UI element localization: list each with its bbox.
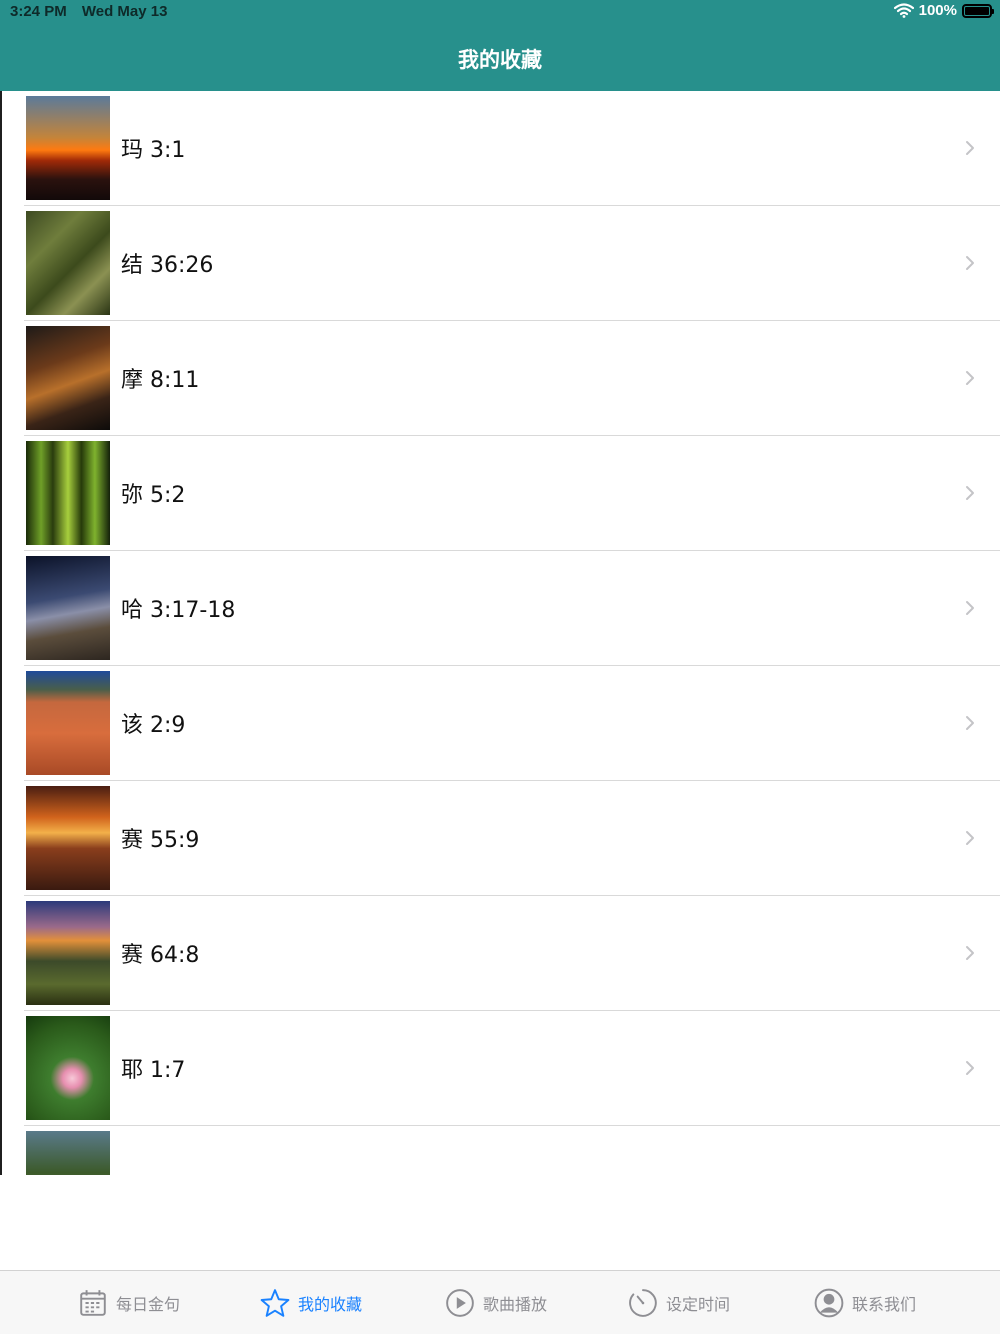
navigation-header: 3:24 PM Wed May 13 100% 我的收藏: [0, 0, 1000, 91]
tab-timer[interactable]: 设定时间: [628, 1285, 730, 1321]
battery-percent: 100%: [918, 2, 957, 19]
favorite-row[interactable]: 哈 3:17-18: [2, 551, 1000, 666]
wifi-icon: [893, 3, 914, 18]
tab-calendar[interactable]: 每日金句: [78, 1285, 180, 1321]
favorite-label: 弥 5:2: [121, 483, 186, 508]
tab-person[interactable]: 联系我们: [814, 1285, 916, 1321]
tab-label: 联系我们: [852, 1295, 917, 1314]
favorite-row[interactable]: 弥 5:2: [2, 436, 1000, 551]
chevron-right-icon: [966, 831, 974, 845]
green-bamboo-thumbnail: [26, 441, 110, 545]
calendar-icon: [80, 1290, 106, 1316]
favorite-label: 哈 3:17-18: [121, 598, 236, 623]
favorite-label: 该 2:9: [121, 713, 186, 738]
favorite-row[interactable]: 赛 64:8: [2, 896, 1000, 1011]
status-right: 100%: [893, 2, 994, 19]
favorite-label: 赛 55:9: [121, 828, 200, 853]
favorite-label: 摩 8:11: [121, 368, 200, 393]
play-icon: [446, 1289, 474, 1317]
status-time: 3:24 PM: [10, 3, 67, 20]
timer-icon: [629, 1289, 657, 1317]
favorite-label: 耶 1:7: [121, 1058, 186, 1083]
status-date: Wed May 13: [81, 3, 168, 20]
green-hills-thumbnail: [26, 1131, 110, 1175]
star-icon: [260, 1289, 290, 1317]
chevron-right-icon: [966, 141, 974, 155]
pink-lotus-flower-thumbnail: [26, 1016, 110, 1120]
tab-label: 歌曲播放: [483, 1295, 548, 1314]
favorite-row[interactable]: [2, 1126, 1000, 1175]
chevron-right-icon: [966, 486, 974, 500]
sunset-over-sea-thumbnail: [26, 786, 110, 890]
chevron-right-icon: [966, 946, 974, 960]
tab-label: 每日金句: [116, 1295, 181, 1314]
favorite-label: 玛 3:1: [121, 138, 186, 163]
chevron-right-icon: [966, 716, 974, 730]
tab-label: 我的收藏: [298, 1295, 363, 1314]
milky-way-night-sky-thumbnail: [26, 556, 110, 660]
person-icon: [814, 1288, 844, 1318]
chevron-right-icon: [966, 371, 974, 385]
favorite-label: 结 36:26: [121, 253, 214, 278]
favorite-row[interactable]: 该 2:9: [2, 666, 1000, 781]
page-title: 我的收藏: [458, 48, 542, 72]
favorites-list[interactable]: 玛 3:1 结 36:26 摩 8:11 弥 5:2 哈 3:17-18 该 2:9 赛 5…: [0, 91, 1000, 1175]
tab-star[interactable]: 我的收藏: [260, 1285, 362, 1321]
favorite-row[interactable]: 赛 55:9: [2, 781, 1000, 896]
status-bar: 3:24 PM Wed May 13 100%: [0, 0, 1000, 24]
chevron-right-icon: [966, 256, 974, 270]
tab-play[interactable]: 歌曲播放: [445, 1285, 547, 1321]
battery-icon: [962, 3, 994, 18]
red-sand-dunes-thumbnail: [26, 671, 110, 775]
favorite-row[interactable]: 结 36:26: [2, 206, 1000, 321]
status-left: 3:24 PM Wed May 13: [10, 3, 178, 20]
mossy-forest-trees-thumbnail: [26, 211, 110, 315]
chevron-right-icon: [962, 1173, 978, 1175]
wildflowers-at-dusk-thumbnail: [26, 901, 110, 1005]
favorite-row[interactable]: 摩 8:11: [2, 321, 1000, 436]
favorite-label: 赛 64:8: [121, 943, 200, 968]
sunset-over-clouds-thumbnail: [26, 96, 110, 200]
chevron-right-icon: [966, 1061, 974, 1075]
favorite-row[interactable]: 玛 3:1: [2, 91, 1000, 206]
tab-label: 设定时间: [666, 1295, 731, 1314]
chevron-right-icon: [966, 601, 974, 615]
golden-gate-bridge-thumbnail: [26, 326, 110, 430]
tab-bar: 每日金句 我的收藏 歌曲播放 设定时间 联系我们: [0, 1270, 1000, 1334]
favorite-row[interactable]: 耶 1:7: [2, 1011, 1000, 1126]
